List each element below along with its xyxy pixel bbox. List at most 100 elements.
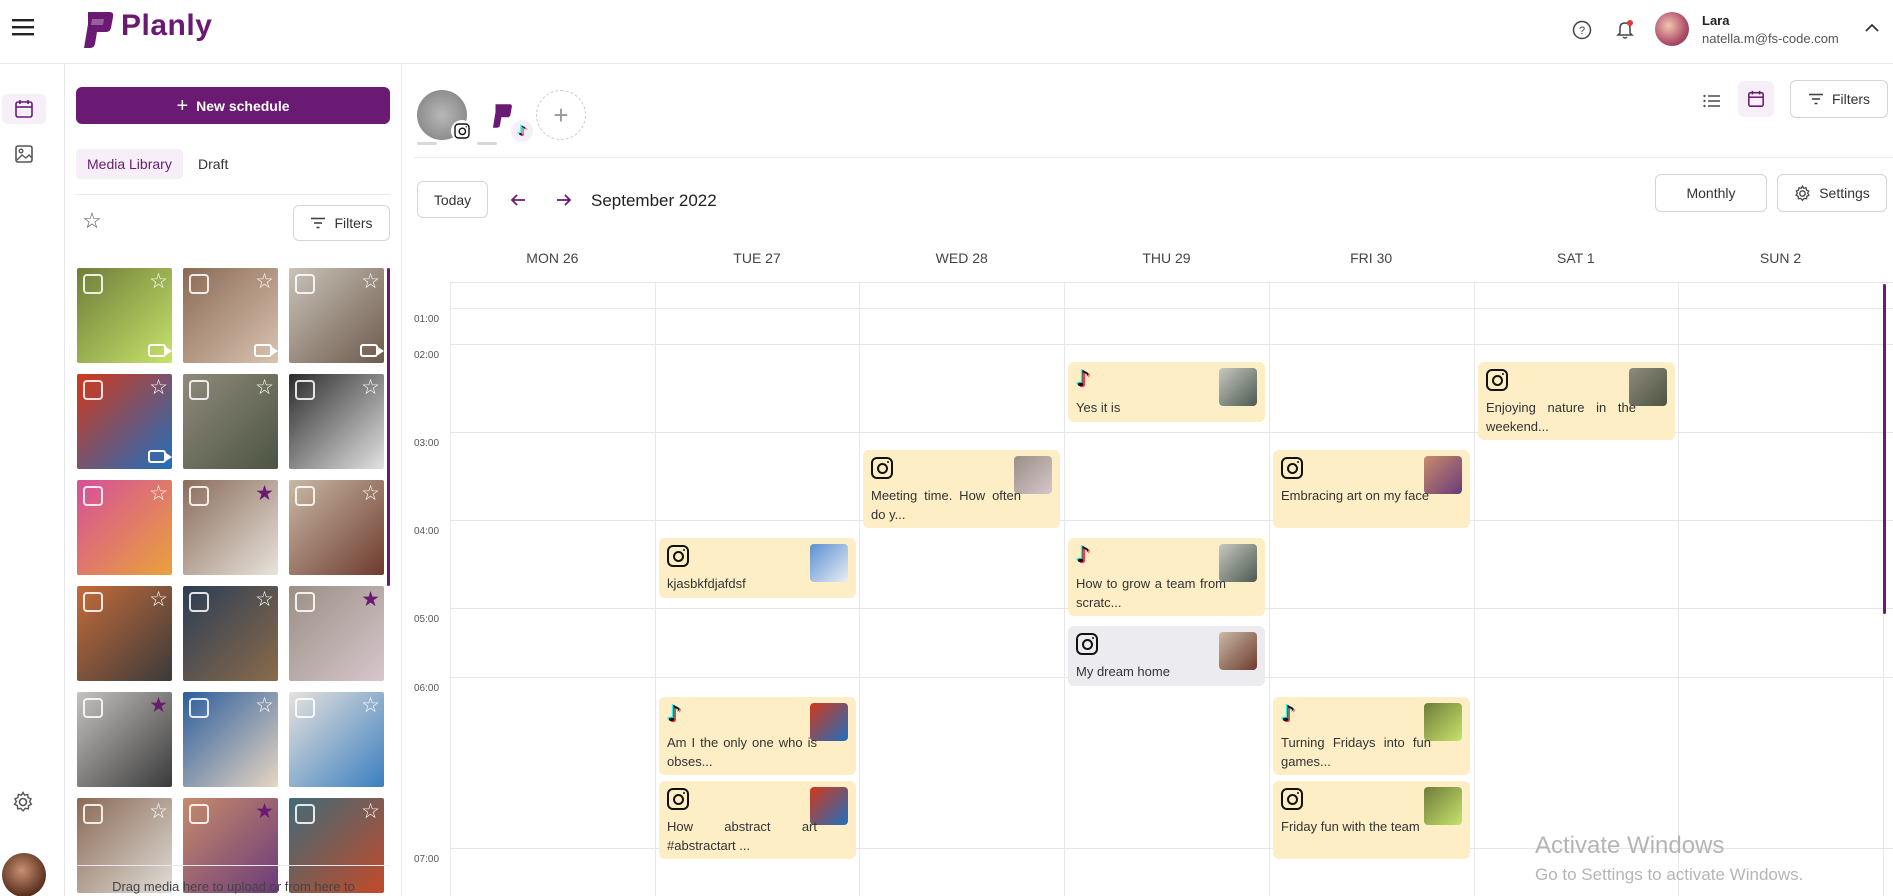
favorites-star-icon[interactable]: ☆ [79,208,105,234]
favorite-star-icon[interactable]: ☆ [255,376,274,400]
media-item[interactable]: ☆ [77,268,172,363]
media-filters-button[interactable]: Filters [293,205,390,241]
account-avatar[interactable] [2,853,46,896]
media-item[interactable]: ☆ [289,692,384,787]
tab-media-library[interactable]: Media Library [76,149,183,179]
favorite-star-icon[interactable]: ☆ [149,376,168,400]
favorite-star-icon[interactable]: ☆ [361,482,380,506]
nav-media-item[interactable] [2,139,46,169]
scheduled-post[interactable]: ♪ How to grow a team from scratc... [1068,538,1265,616]
scheduled-post[interactable]: ♪ Yes it is [1068,362,1265,422]
video-camera-icon [254,344,278,357]
new-schedule-button[interactable]: + New schedule [76,87,390,124]
user-email: natella.m@fs-code.com [1702,31,1839,46]
media-item[interactable]: ☆ [183,586,278,681]
favorite-star-icon[interactable]: ★ [149,694,168,718]
media-item[interactable]: ☆ [77,374,172,469]
media-checkbox[interactable] [189,592,209,612]
media-checkbox[interactable] [295,380,315,400]
media-checkbox[interactable] [83,698,103,718]
tab-draft[interactable]: Draft [187,149,239,179]
scheduled-post[interactable]: Friday fun with the team [1273,781,1470,859]
media-checkbox[interactable] [83,486,103,506]
media-checkbox[interactable] [295,592,315,612]
scheduled-post[interactable]: My dream home [1068,626,1265,686]
media-item[interactable]: ☆ [183,374,278,469]
media-checkbox[interactable] [189,804,209,824]
day-header: FRI 30 [1350,250,1393,266]
media-item[interactable]: ☆ [183,268,278,363]
media-checkbox[interactable] [295,486,315,506]
day-header: SAT 1 [1557,250,1595,266]
hamburger-menu-icon[interactable] [10,14,36,40]
scheduled-post[interactable]: Meeting time. How often do y... [863,450,1060,528]
media-checkbox[interactable] [295,274,315,294]
favorite-star-icon[interactable]: ☆ [255,588,274,612]
media-grid: ☆ ☆ ☆ ☆ ☆ ☆ ☆ ★ ☆ ☆ ☆ ★ ★ ☆ ☆ ☆ ★ ☆ [77,268,391,896]
scrollbar-thumb[interactable] [387,268,390,586]
media-checkbox[interactable] [189,698,209,718]
media-checkbox[interactable] [83,592,103,612]
media-checkbox[interactable] [189,274,209,294]
day-header: WED 28 [935,250,988,266]
media-checkbox[interactable] [83,274,103,294]
calendar-scrollbar[interactable] [1883,284,1886,614]
media-checkbox[interactable] [83,380,103,400]
media-checkbox[interactable] [83,804,103,824]
user-avatar[interactable] [1655,12,1689,46]
media-checkbox[interactable] [189,486,209,506]
nav-calendar-item[interactable] [2,94,46,124]
favorite-star-icon[interactable]: ☆ [149,482,168,506]
post-caption: Enjoying nature in the weekend... [1486,400,1636,434]
scheduled-post[interactable]: How abstract art #abstractart ... [659,781,856,859]
media-item[interactable]: ★ [183,480,278,575]
media-item[interactable]: ☆ [183,692,278,787]
media-item[interactable]: ☆ [289,374,384,469]
media-checkbox[interactable] [189,380,209,400]
instagram-icon [667,787,691,811]
scheduled-post[interactable]: kjasbkfdjafdsf [659,538,856,598]
media-item[interactable]: ☆ [77,586,172,681]
scheduled-post[interactable]: Enjoying nature in the weekend... [1478,362,1675,440]
day-column-line [859,282,860,896]
favorite-star-icon[interactable]: ★ [255,800,274,824]
video-camera-icon [148,344,172,357]
favorite-star-icon[interactable]: ☆ [255,270,274,294]
day-column-line [655,282,656,896]
activate-windows-subtitle: Go to Settings to activate Windows. [1535,865,1804,884]
settings-gear-icon[interactable] [9,788,37,816]
favorite-star-icon[interactable]: ☆ [361,270,380,294]
scheduled-post[interactable]: ♪ Turning Fridays into fun games... [1273,697,1470,775]
media-item[interactable]: ★ [289,586,384,681]
post-caption: Am I the only one who is obses... [667,735,817,769]
chevron-up-icon[interactable] [1862,18,1882,38]
favorite-star-icon[interactable]: ☆ [361,376,380,400]
favorite-star-icon[interactable]: ★ [361,588,380,612]
new-schedule-label: New schedule [196,97,290,114]
logo-icon[interactable] [80,10,116,55]
favorite-star-icon[interactable]: ☆ [149,270,168,294]
favorite-star-icon[interactable]: ☆ [149,588,168,612]
filter-icon [311,217,326,229]
favorite-star-icon[interactable]: ☆ [255,694,274,718]
hour-label: 05:00 [414,614,440,625]
scheduled-post[interactable]: ♪ Am I the only one who is obses... [659,697,856,775]
media-checkbox[interactable] [295,804,315,824]
media-item[interactable]: ☆ [289,268,384,363]
notification-bell-icon[interactable] [1612,16,1638,42]
media-item[interactable]: ☆ [289,480,384,575]
favorite-star-icon[interactable]: ☆ [149,800,168,824]
day-column-line [1269,282,1270,896]
instagram-icon [667,544,691,568]
calendar-icon [15,100,33,118]
favorite-star-icon[interactable]: ☆ [361,694,380,718]
help-icon[interactable]: ? [1570,18,1594,42]
favorite-star-icon[interactable]: ★ [255,482,274,506]
media-checkbox[interactable] [295,698,315,718]
scheduled-post[interactable]: Embracing art on my face [1273,450,1470,528]
media-panel: + New schedule Media Library Draft ☆ Fil… [65,64,402,896]
app-name: Planly [121,9,213,42]
media-item[interactable]: ★ [77,692,172,787]
media-item[interactable]: ☆ [77,480,172,575]
favorite-star-icon[interactable]: ☆ [361,800,380,824]
